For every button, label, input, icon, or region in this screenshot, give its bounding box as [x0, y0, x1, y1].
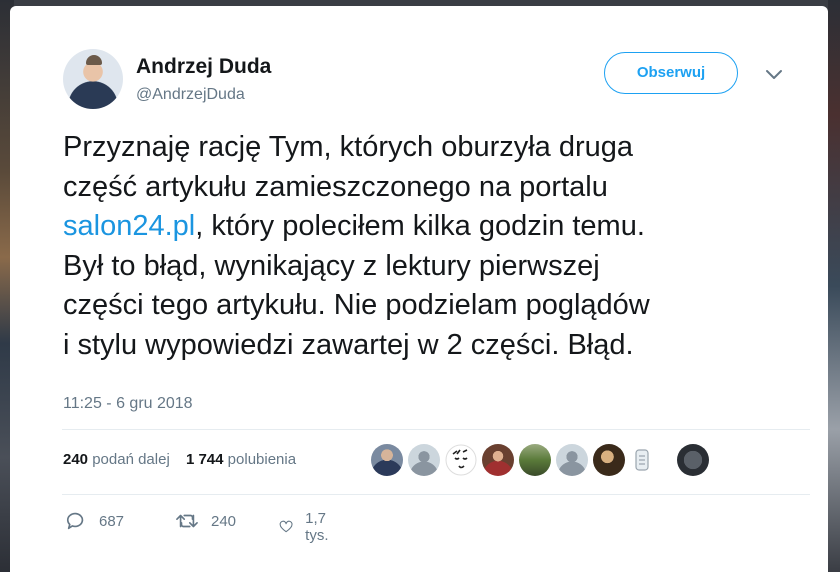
retweet-icon: [176, 514, 198, 528]
engagement-stats: 240 podań dalej 1 744 polubienia: [63, 451, 296, 468]
follow-button[interactable]: Obserwuj: [604, 52, 738, 94]
tweet-text: Przyznaję rację Tym, których oburzyła dr…: [63, 128, 823, 365]
timestamp[interactable]: 11:25 - 6 gru 2018: [63, 395, 193, 413]
tweet-line: , który poleciłem kilka godzin temu.: [195, 210, 645, 242]
retweets-count: 240: [63, 451, 89, 468]
liker-avatar[interactable]: [519, 444, 551, 476]
retweets-label: podań dalej: [92, 451, 170, 468]
tweet-line: i stylu wypowiedzi zawartej w 2 części. …: [63, 328, 634, 361]
like-action[interactable]: 1,7 tys.: [279, 510, 336, 544]
retweet-count: 240: [211, 512, 237, 530]
reply-count: 687: [99, 512, 125, 530]
author-handle[interactable]: @AndrzejDuda: [136, 86, 245, 104]
like-count: 1,7 tys.: [305, 510, 329, 544]
heart-icon: [279, 520, 293, 533]
tweet-line: Przyznaję rację Tym, których oburzyła dr…: [63, 131, 634, 163]
liker-avatar[interactable]: [482, 444, 514, 476]
liker-avatar[interactable]: [593, 444, 625, 476]
liker-avatar[interactable]: [677, 444, 709, 476]
author-name[interactable]: Andrzej Duda: [136, 55, 271, 79]
tweet-line: część artykułu zamieszczonego na portalu: [63, 170, 608, 203]
likes-label: polubienia: [227, 451, 297, 468]
retweet-action[interactable]: 240: [175, 510, 236, 532]
chevron-down-icon[interactable]: [764, 68, 784, 82]
retweets-stat[interactable]: 240 podań dalej: [63, 451, 170, 468]
liker-avatar[interactable]: [630, 444, 654, 476]
tweet-line: części tego artykułu. Nie podzielam pogl…: [63, 289, 650, 321]
tweet-line: Był to błąd, wynikający z lektury pierws…: [63, 249, 600, 282]
reply-icon: [66, 512, 84, 530]
liker-avatar[interactable]: [371, 444, 403, 476]
liker-avatar[interactable]: [408, 444, 440, 476]
tweet-card: Andrzej Duda @AndrzejDuda Obserwuj Przyz…: [10, 6, 828, 572]
divider: [62, 494, 810, 495]
background-right: [828, 0, 840, 572]
tweet-link[interactable]: salon24.pl: [63, 210, 195, 242]
divider: [62, 429, 810, 430]
avatar[interactable]: [63, 49, 123, 109]
liker-avatar[interactable]: [556, 444, 588, 476]
likes-stat[interactable]: 1 744 polubienia: [186, 451, 296, 468]
liker-avatar[interactable]: [445, 444, 477, 476]
likes-count: 1 744: [185, 451, 224, 468]
reply-action[interactable]: 687: [65, 510, 124, 532]
